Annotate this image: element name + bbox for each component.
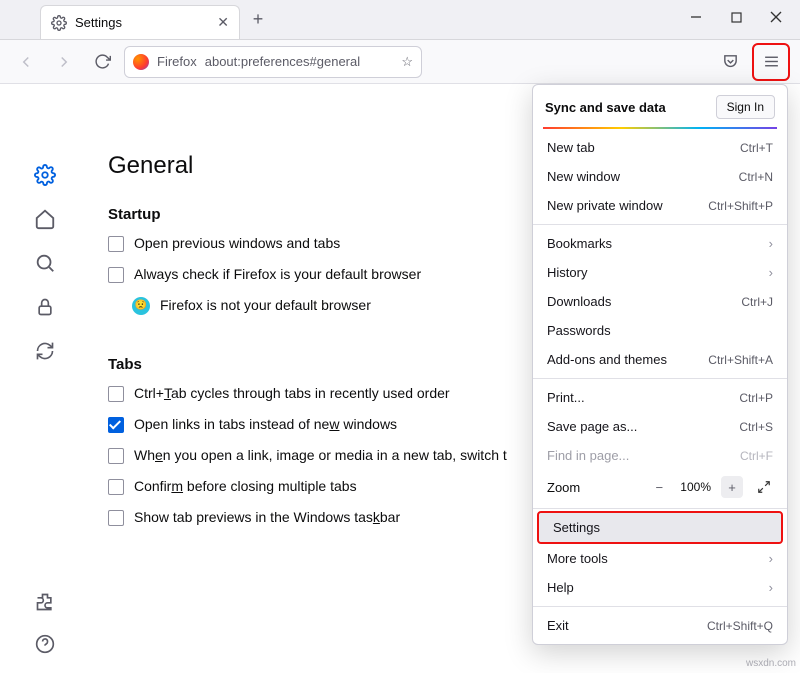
- menu-print[interactable]: Print...Ctrl+P: [533, 383, 787, 412]
- url-text: about:preferences#general: [205, 54, 394, 69]
- app-menu-button[interactable]: [755, 46, 787, 78]
- minimize-button[interactable]: [676, 0, 716, 34]
- chevron-right-icon: ›: [769, 265, 773, 280]
- pocket-button[interactable]: [714, 46, 746, 78]
- bookmark-star-icon[interactable]: ☆: [401, 54, 413, 70]
- menu-settings[interactable]: Settings: [539, 513, 781, 542]
- chevron-right-icon: ›: [769, 551, 773, 566]
- menu-help[interactable]: Help›: [533, 573, 787, 602]
- menu-new-tab[interactable]: New tabCtrl+T: [533, 133, 787, 162]
- chevron-right-icon: ›: [769, 236, 773, 251]
- back-button[interactable]: [10, 46, 42, 78]
- firefox-icon: [133, 54, 149, 70]
- menu-new-window[interactable]: New windowCtrl+N: [533, 162, 787, 191]
- sidebar-search-icon[interactable]: [34, 252, 56, 274]
- address-bar[interactable]: Firefox about:preferences#general ☆: [124, 46, 422, 78]
- sidebar-general-icon[interactable]: [34, 164, 56, 186]
- app-menu-highlight: [752, 43, 790, 81]
- menu-bookmarks[interactable]: Bookmarks›: [533, 229, 787, 258]
- identity-label: Firefox: [157, 54, 197, 69]
- sidebar-bottom: [0, 591, 90, 655]
- menu-zoom-row: Zoom − 100% +: [533, 470, 787, 504]
- sync-title: Sync and save data: [545, 100, 666, 115]
- menu-passwords[interactable]: Passwords: [533, 316, 787, 345]
- sidebar-sync-icon[interactable]: [34, 340, 56, 362]
- menu-save-as[interactable]: Save page as...Ctrl+S: [533, 412, 787, 441]
- zoom-in-button[interactable]: +: [721, 476, 743, 498]
- zoom-out-button[interactable]: −: [648, 476, 670, 498]
- maximize-button[interactable]: [716, 0, 756, 34]
- close-window-button[interactable]: [756, 0, 796, 34]
- menu-new-private-window[interactable]: New private windowCtrl+Shift+P: [533, 191, 787, 220]
- close-tab-icon[interactable]: ✕: [217, 14, 229, 31]
- sidebar-extensions-icon[interactable]: [34, 591, 56, 613]
- menu-sync-row: Sync and save data Sign In: [533, 85, 787, 127]
- sad-face-icon: 😟: [132, 297, 150, 315]
- app-menu: Sync and save data Sign In New tabCtrl+T…: [532, 84, 788, 645]
- reload-button[interactable]: [86, 46, 118, 78]
- menu-more-tools[interactable]: More tools›: [533, 544, 787, 573]
- chevron-right-icon: ›: [769, 580, 773, 595]
- tab-title: Settings: [75, 15, 209, 30]
- new-tab-button[interactable]: +: [244, 9, 272, 30]
- tab-strip: Settings ✕ +: [0, 0, 800, 40]
- forward-button[interactable]: [48, 46, 80, 78]
- menu-downloads[interactable]: DownloadsCtrl+J: [533, 287, 787, 316]
- sync-gradient: [543, 127, 777, 129]
- menu-find[interactable]: Find in page...Ctrl+F: [533, 441, 787, 470]
- zoom-value: 100%: [680, 480, 711, 494]
- gear-icon: [51, 15, 67, 31]
- sign-in-button[interactable]: Sign In: [716, 95, 775, 119]
- watermark: wsxdn.com: [746, 658, 796, 669]
- sidebar-home-icon[interactable]: [34, 208, 56, 230]
- settings-sidebar: [0, 84, 90, 673]
- menu-history[interactable]: History›: [533, 258, 787, 287]
- nav-toolbar: Firefox about:preferences#general ☆: [0, 40, 800, 84]
- menu-addons[interactable]: Add-ons and themesCtrl+Shift+A: [533, 345, 787, 374]
- window-controls: [676, 0, 796, 34]
- fullscreen-icon[interactable]: [753, 476, 775, 498]
- browser-tab[interactable]: Settings ✕: [40, 5, 240, 39]
- sidebar-help-icon[interactable]: [34, 633, 56, 655]
- menu-exit[interactable]: ExitCtrl+Shift+Q: [533, 611, 787, 640]
- sidebar-privacy-icon[interactable]: [34, 296, 56, 318]
